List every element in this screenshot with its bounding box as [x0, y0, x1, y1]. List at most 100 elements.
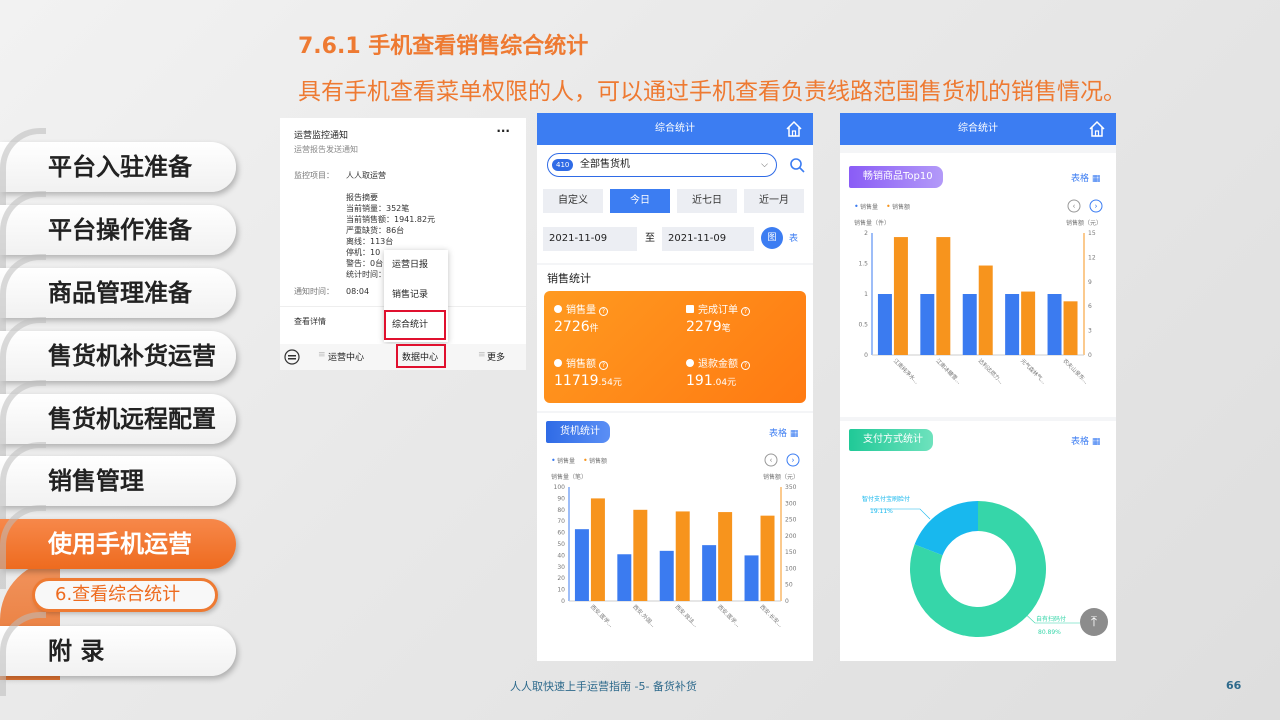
y-tick-label: 1	[864, 291, 868, 298]
coin-icon	[554, 359, 562, 367]
machine-sales-chart: • 销售量 • 销售额 ‹ › 销售量（笔） 销售额（元） 0 10 20 30 40 50 60 70 80 9…	[537, 453, 813, 661]
sales-section-title: 销售统计	[547, 272, 591, 285]
date-from-input[interactable]: 2021-11-09	[543, 227, 637, 251]
y-axis-label: 销售量（笔）	[551, 473, 587, 481]
y2-tick-label: 15	[1088, 230, 1096, 237]
y2-tick-label: 0	[1088, 352, 1092, 359]
pie-slice	[914, 501, 978, 556]
notification-subtitle: 运营报告发送通知	[294, 145, 358, 154]
y-tick-label: 0.5	[858, 322, 868, 329]
bar-series-2	[978, 265, 993, 355]
x-tick-label: 西安.医学...	[589, 603, 615, 629]
menu-item-sales-records[interactable]: 销售记录	[384, 280, 448, 310]
home-icon[interactable]	[1088, 120, 1106, 138]
legend-label: 销售额	[892, 203, 910, 211]
help-icon[interactable]: ?	[741, 361, 750, 370]
bar-series-2	[675, 511, 690, 601]
screen-title: 综合统计	[958, 123, 998, 134]
date-separator: 至	[645, 233, 655, 244]
bar-series-1	[702, 545, 717, 601]
left-nav: 平台入驻准备 平台操作准备 商品管理准备 售货机补货运营 售货机远程配置 销售管…	[0, 0, 250, 720]
pie-slice-value: 80.89%	[1038, 629, 1061, 636]
bar-series-1	[920, 294, 935, 355]
y-tick-label: 0	[864, 352, 868, 359]
payment-table-link[interactable]: 表格 ▦	[1071, 434, 1100, 447]
search-icon[interactable]	[789, 157, 805, 173]
machine-select[interactable]: 410 全部售货机 ⌵	[547, 153, 777, 177]
notification-title: 运营监控通知	[294, 131, 349, 141]
help-icon[interactable]: ?	[599, 361, 608, 370]
help-icon[interactable]: ?	[599, 307, 608, 316]
x-tick-label: 达利达燃力...	[977, 357, 1006, 386]
bar-series-1	[1005, 294, 1020, 355]
kpi-label: 退款金额?	[686, 355, 750, 370]
tab-today[interactable]: 今日	[610, 189, 670, 213]
view-graph-button[interactable]: 图	[761, 227, 783, 249]
bar-series-2	[760, 515, 775, 601]
view-detail-link[interactable]: 查看详情	[294, 316, 326, 327]
nav-item-mobile-ops[interactable]: 使用手机运营	[0, 505, 236, 589]
refund-icon	[686, 359, 694, 367]
project-value: 人人取运营	[346, 171, 386, 180]
nav-item-appendix[interactable]: 附 录	[0, 612, 236, 696]
home-icon[interactable]	[785, 120, 803, 138]
tab-custom[interactable]: 自定义	[543, 189, 603, 213]
page-number: 66	[1226, 679, 1242, 692]
notify-time-value: 08:04	[346, 287, 370, 296]
y-tick-label: 90	[557, 495, 565, 502]
legend-label: 销售量	[860, 203, 878, 211]
kpi-value: 2726件	[554, 319, 599, 335]
payment-title: 支付方式统计	[849, 429, 933, 451]
screen-header: 综合统计	[840, 113, 1116, 145]
keyboard-icon[interactable]	[284, 349, 300, 365]
y-tick-label: 40	[557, 552, 565, 559]
y2-tick-label: 100	[785, 565, 797, 572]
menu-more[interactable]: 更多	[487, 350, 505, 363]
y-tick-label: 20	[557, 575, 565, 582]
scroll-top-icon[interactable]: ⤒	[1080, 608, 1108, 636]
x-tick-label: 西安.长安...	[758, 603, 784, 629]
kpi-label: 销售额?	[554, 355, 608, 370]
summary-line: 当前销售额：1941.82元	[346, 215, 436, 224]
bar-series-2	[1021, 291, 1036, 355]
ellipsis-icon[interactable]: ···	[496, 124, 510, 138]
y2-tick-label: 0	[785, 598, 789, 605]
help-icon[interactable]: ?	[741, 307, 750, 316]
nav-subitem-view-stats[interactable]: 6.查看综合统计	[32, 578, 218, 612]
top-products-table-link[interactable]: 表格 ▦	[1071, 171, 1100, 184]
bar-series-2	[718, 512, 733, 601]
kpi-value: 2279笔	[686, 319, 731, 335]
summary-line: 严重缺货：86台	[346, 226, 405, 235]
nav-item-platform-ops[interactable]: 平台操作准备	[0, 191, 236, 275]
summary-line: 统计时间：	[346, 270, 386, 279]
nav-item-restock[interactable]: 售货机补货运营	[0, 317, 236, 401]
summary-line: 停机：10	[346, 248, 381, 257]
legend-dot: •	[583, 456, 588, 465]
machine-count-badge: 410	[552, 159, 574, 171]
y-tick-label: 60	[557, 530, 565, 537]
y-tick-label: 10	[557, 587, 565, 594]
bar-series-2	[590, 498, 605, 601]
menu-item-daily-report[interactable]: 运营日报	[384, 250, 448, 280]
nav-item-platform-join[interactable]: 平台入驻准备	[0, 128, 236, 212]
machine-stats-title: 货机统计	[546, 421, 610, 443]
nav-item-sales-mgmt[interactable]: 销售管理	[0, 442, 236, 526]
machine-stats-table-link[interactable]: 表格 ▦	[769, 426, 798, 439]
x-tick-label: 西安.医学...	[716, 603, 742, 629]
bar-series-1	[1047, 294, 1062, 355]
nav-item-product-mgmt[interactable]: 商品管理准备	[0, 254, 236, 338]
project-label: 监控项目：	[294, 171, 334, 180]
x-tick-label: 农夫山泉东...	[1061, 357, 1090, 386]
date-to-input[interactable]: 2021-11-09	[662, 227, 754, 251]
nav-item-remote-config[interactable]: 售货机远程配置	[0, 380, 236, 464]
y-tick-label: 1.5	[858, 261, 868, 268]
view-table-button[interactable]: 表	[789, 227, 798, 251]
tab-7days[interactable]: 近七日	[677, 189, 737, 213]
machine-select-value: 全部售货机	[580, 159, 630, 170]
tab-month[interactable]: 近一月	[744, 189, 804, 213]
top-products-chart: • 销售量 • 销售额 ‹ › 销售量（件） 销售额（元） 0 0.5 1 1.5 2 0 3 6 9 12 15 江…	[840, 199, 1116, 415]
menu-ops-center[interactable]: 运营中心	[328, 350, 364, 363]
range-tabs: 自定义 今日 近七日 近一月	[543, 189, 807, 213]
legend-dot: •	[886, 202, 891, 211]
legend-label: 销售额	[589, 457, 607, 465]
